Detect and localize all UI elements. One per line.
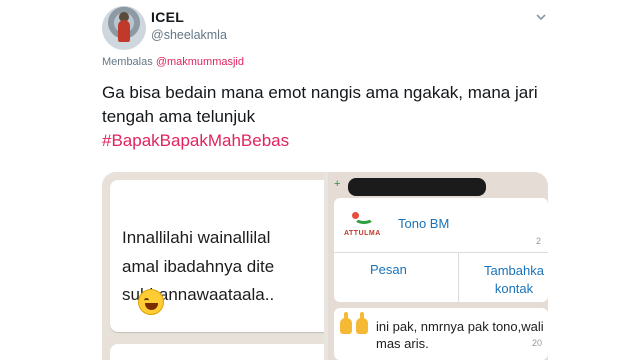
laughing-emoji-icon bbox=[138, 289, 164, 315]
message-time: 20 bbox=[532, 338, 543, 348]
chat-bubble: ini pak, nmrnya pak tono,wali mas aris. … bbox=[334, 308, 548, 360]
chat-line: amal ibadahnya dite bbox=[122, 257, 275, 276]
left-chat-screenshot: Innallilahi wainallilal amal ibadahnya d… bbox=[102, 172, 324, 360]
divider bbox=[334, 252, 548, 253]
divider bbox=[458, 252, 459, 302]
tweet-media[interactable]: Innallilahi wainallilal amal ibadahnya d… bbox=[102, 172, 548, 360]
contact-card: ATTULMA Tono BM 2 Pesan Tambahka kontak bbox=[334, 198, 548, 302]
author-handle[interactable]: @sheelakmla bbox=[151, 28, 227, 42]
thumbs-up-icon bbox=[340, 312, 376, 334]
reply-context: Membalas @makmummasjid bbox=[102, 56, 244, 68]
caret-down-icon[interactable] bbox=[534, 10, 548, 24]
author-name[interactable]: ICEL bbox=[151, 9, 184, 25]
chat-line: Innallilahi wainallilal bbox=[122, 228, 271, 247]
right-chat-screenshot: + ATTULMA Tono BM 2 Pesan Tambahka konta… bbox=[328, 172, 548, 360]
reply-prefix: Membalas bbox=[102, 56, 153, 68]
redacted-phone-number bbox=[348, 178, 486, 196]
tweet: ICEL @sheelakmla Membalas @makmummasjid … bbox=[0, 0, 640, 360]
plus-sign: + bbox=[334, 178, 341, 190]
contact-name: Tono BM bbox=[398, 216, 450, 231]
contact-logo: ATTULMA bbox=[340, 208, 384, 242]
logo-text: ATTULMA bbox=[344, 230, 381, 237]
reply-mention-link[interactable]: @makmummasjid bbox=[156, 56, 244, 68]
chat-message-text: ini pak, nmrnya pak tono,wali mas aris. bbox=[376, 319, 544, 351]
add-contact-label-1: Tambahka bbox=[484, 263, 544, 278]
chat-bubble bbox=[110, 344, 324, 360]
message-button: Pesan bbox=[370, 262, 407, 277]
hashtag-link[interactable]: #BapakBapakMahBebas bbox=[102, 129, 289, 153]
avatar[interactable] bbox=[102, 6, 146, 50]
tweet-text: Ga bisa bedain mana emot nangis ama ngak… bbox=[102, 83, 538, 126]
add-contact-button: Tambahka kontak bbox=[474, 262, 548, 298]
add-contact-label-2: kontak bbox=[494, 281, 534, 296]
message-time: 2 bbox=[536, 236, 542, 246]
